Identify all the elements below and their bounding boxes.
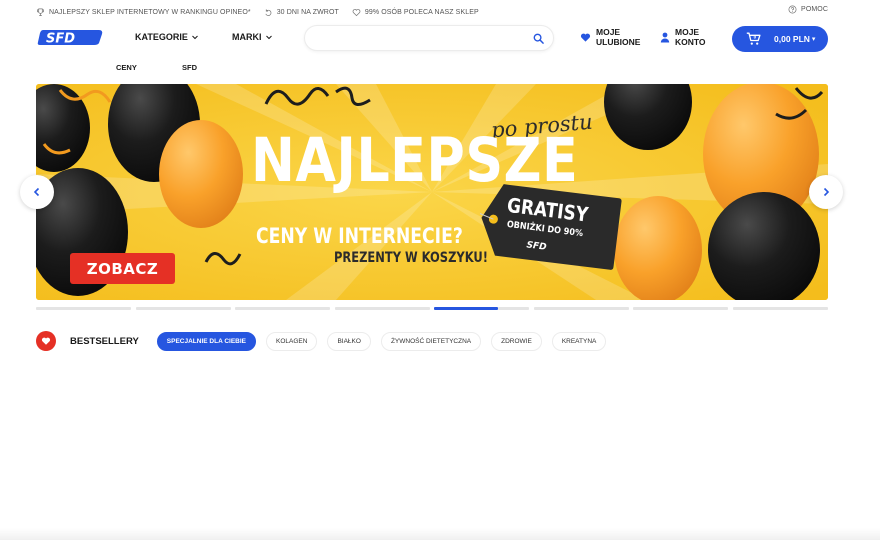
- cart-total: 0,00 PLN: [774, 34, 810, 44]
- heart-icon: [580, 33, 591, 42]
- tab-kolagen[interactable]: KOLAGEN: [266, 331, 318, 351]
- slider-prev-button[interactable]: [20, 175, 54, 209]
- favorites-label: MOJE ULUBIONE: [596, 27, 641, 47]
- subnav-sfd[interactable]: SFD: [182, 63, 197, 72]
- bestsellers-title: BESTSELLERY: [70, 335, 139, 347]
- cart-button[interactable]: 0 0,00 PLN ▾: [732, 26, 828, 52]
- caret-down-icon: ▾: [811, 36, 816, 43]
- tab-specjalnie-dla-ciebie[interactable]: SPECJALNIE DLA CIEBIE: [156, 331, 257, 351]
- slider-progress-rest: [498, 307, 530, 310]
- banner-subtitle-2: PREZENTY W KOSZYKU!: [334, 250, 488, 266]
- slider-indicator[interactable]: [36, 307, 131, 310]
- nav-brands-label: MARKI: [232, 32, 262, 42]
- slider-progress: [434, 307, 499, 310]
- slider-indicator[interactable]: [533, 307, 629, 310]
- bottom-shadow: [0, 528, 880, 540]
- return-icon: [265, 8, 272, 16]
- tab-kreatyna[interactable]: KREATYNA: [551, 331, 607, 351]
- slider-indicator-active[interactable]: [434, 307, 530, 310]
- nav-categories-label: KATEGORIE: [135, 32, 188, 42]
- info-return-label: 30 DNI NA ZWROT: [276, 8, 339, 16]
- search-input[interactable]: [317, 31, 517, 46]
- hero-banner[interactable]: po prostu NAJLEPSZE CENY W INTERNECIE? P…: [36, 84, 828, 300]
- account-link[interactable]: MOJE KONTO: [660, 27, 706, 47]
- cart-icon: 0: [746, 32, 761, 45]
- nav-categories[interactable]: KATEGORIE: [135, 32, 199, 42]
- info-recommend-label: 99% OSÓB POLECA NASZ SKLEP: [364, 8, 479, 16]
- heart-icon: [41, 337, 51, 345]
- search-box[interactable]: [304, 25, 554, 51]
- top-info-bar: NAJLEPSZY SKLEP INTERNETOWY W RANKINGU O…: [36, 5, 828, 19]
- help-label: POMOC: [801, 6, 828, 13]
- favorites-line2: ULUBIONE: [596, 36, 641, 47]
- slider-indicator[interactable]: [235, 307, 331, 310]
- slider-indicators: [36, 307, 828, 311]
- chevron-down-icon: [191, 35, 198, 40]
- sfd-logo-mark: SFD: [37, 30, 103, 47]
- info-opineo[interactable]: NAJLEPSZY SKLEP INTERNETOWY W RANKINGU O…: [36, 8, 251, 17]
- banner-cta-button[interactable]: ZOBACZ: [70, 253, 175, 284]
- tab-zdrowie[interactable]: ZDROWIE: [491, 331, 542, 351]
- tab-zywnosc-dietetyczna[interactable]: ŻYWNOŚĆ DIETETYCZNA: [380, 331, 482, 351]
- main-header: SFD KATEGORIE MARKI MOJE ULUBIONE MOJE K…: [36, 22, 828, 56]
- chevron-right-icon: [823, 187, 830, 197]
- bestsellers-section: BESTSELLERY SPECJALNIE DLA CIEBIE KOLAGE…: [36, 328, 616, 354]
- banner-subtitle: CENY W INTERNECIE?: [256, 224, 463, 248]
- chevron-left-icon: [33, 187, 40, 197]
- slider-indicator[interactable]: [732, 307, 828, 310]
- nav-brands[interactable]: MARKI: [232, 32, 273, 42]
- bestsellers-badge: [36, 331, 56, 351]
- sfd-logo[interactable]: SFD: [37, 27, 103, 47]
- help-circle-icon: [788, 5, 797, 14]
- help-link[interactable]: POMOC: [788, 5, 828, 14]
- chevron-down-icon: [265, 35, 272, 40]
- info-return[interactable]: 30 DNI NA ZWROT: [264, 8, 339, 17]
- user-icon: [660, 32, 670, 43]
- account-line2: KONTO: [675, 36, 706, 47]
- trophy-icon: [36, 8, 45, 16]
- slider-indicator[interactable]: [334, 307, 430, 310]
- search-icon[interactable]: [533, 33, 544, 44]
- subnav-prices[interactable]: CENY: [116, 63, 137, 72]
- account-label: MOJE KONTO: [675, 27, 706, 47]
- heart-outline-icon: [352, 8, 361, 16]
- logo-text: SFD: [46, 32, 75, 47]
- info-opineo-label: NAJLEPSZY SKLEP INTERNETOWY W RANKINGU O…: [49, 8, 251, 16]
- slider-indicator[interactable]: [633, 307, 729, 310]
- slider-next-button[interactable]: [809, 175, 843, 209]
- tab-bialko[interactable]: BIAŁKO: [327, 331, 371, 351]
- favorites-link[interactable]: MOJE ULUBIONE: [580, 27, 641, 47]
- slider-indicator[interactable]: [135, 307, 231, 310]
- info-recommend[interactable]: 99% OSÓB POLECA NASZ SKLEP: [352, 8, 479, 17]
